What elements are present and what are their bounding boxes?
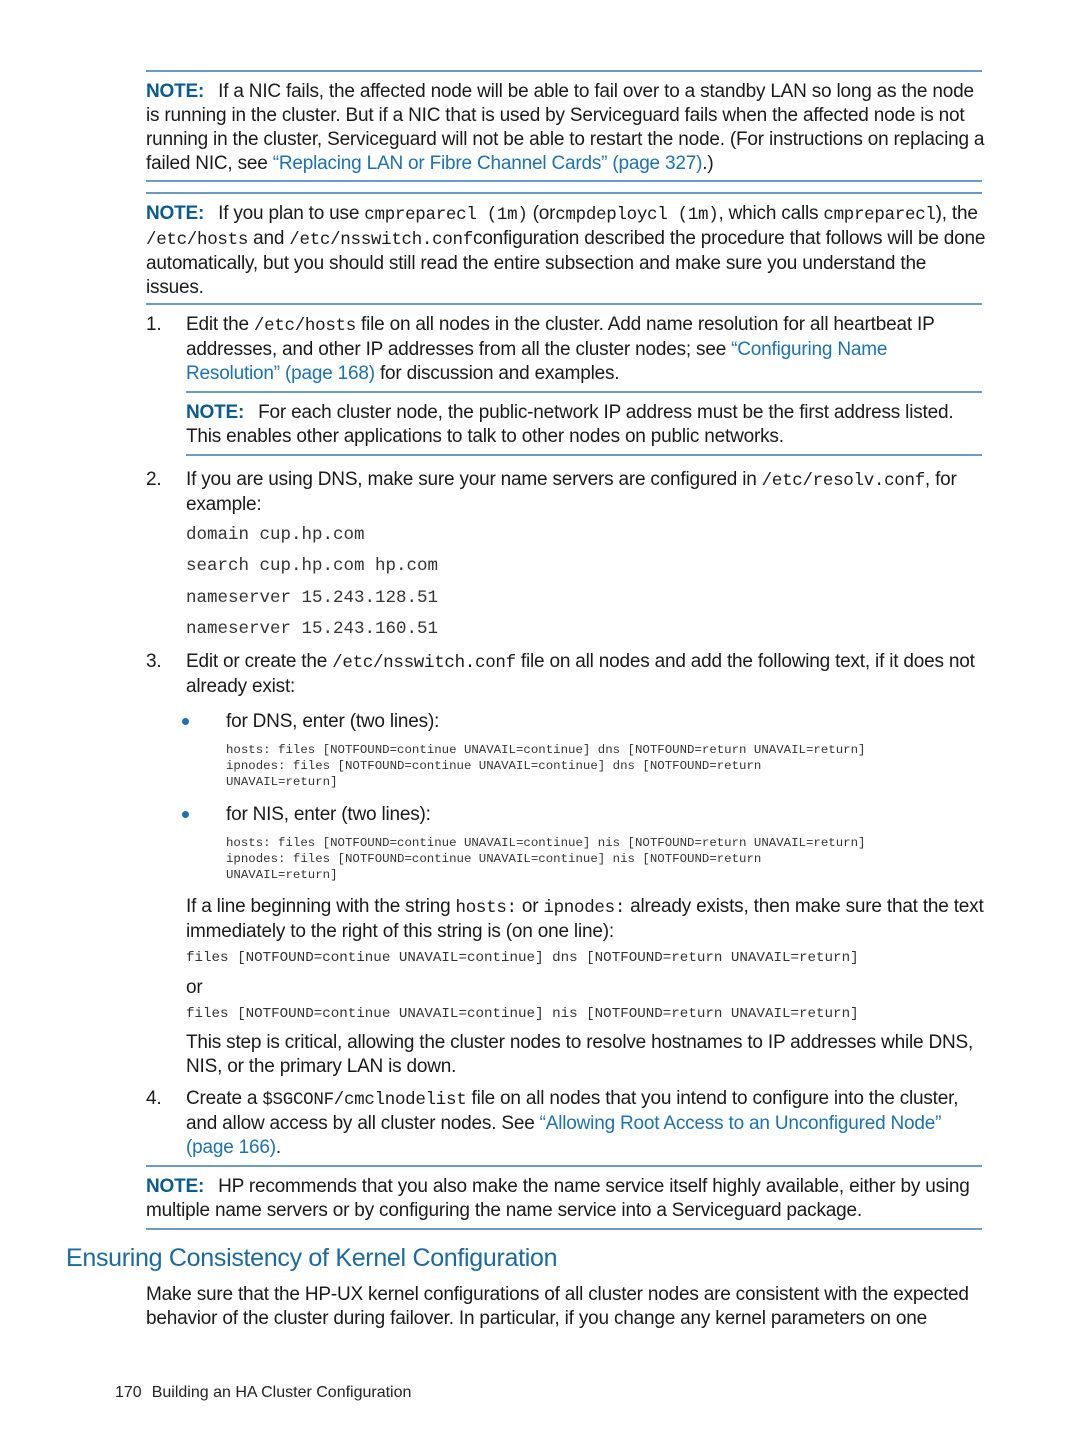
bullet-icon [182, 811, 189, 818]
step-number: 4. [146, 1088, 162, 1109]
note-label: NOTE: [146, 81, 205, 102]
note-rule-top [146, 192, 982, 194]
step-4-text: Create a $SGCONF/cmclnodelist file on al… [186, 1088, 959, 1158]
code-line: domain cup.hp.com [186, 525, 365, 545]
step-3-paragraph: If a line beginning with the string host… [186, 896, 984, 942]
bullet-nis-label: for NIS, enter (two lines): [226, 804, 431, 825]
bullet-dns-label: for DNS, enter (two lines): [226, 711, 440, 732]
code-line-dns: files [NOTFOUND=continue UNAVAIL=continu… [186, 950, 859, 966]
note-label: NOTE: [186, 402, 245, 423]
command-cmpdeploycl: cmpdeploycl (1m) [555, 205, 719, 225]
or-text: or [186, 977, 203, 998]
note-rule-bottom [186, 454, 982, 456]
section-heading: Ensuring Consistency of Kernel Configura… [66, 1244, 558, 1272]
footer-title: Building an HA Cluster Configuration [151, 1384, 412, 1401]
note-public-network-ip: NOTE: For each cluster node, the public-n… [186, 402, 954, 447]
step-3-text: Edit or create the /etc/nsswitch.conf fi… [186, 651, 975, 697]
code-line-nis: files [NOTFOUND=continue UNAVAIL=continu… [186, 1006, 859, 1022]
note-cmpreparecl: NOTE: If you plan to use cmpreparecl (1m)… [146, 203, 986, 298]
step-number: 3. [146, 651, 162, 672]
page-number: 170 [115, 1384, 142, 1401]
step-2-text: If you are using DNS, make sure your nam… [186, 469, 957, 515]
link-replacing-lan-cards[interactable]: “Replacing LAN or Fibre Channel Cards” (… [273, 153, 703, 174]
code-line: nameserver 15.243.128.51 [186, 588, 439, 608]
note-rule-top [186, 391, 982, 393]
note-label: NOTE: [146, 203, 205, 224]
note-rule-bottom [146, 303, 982, 305]
note-label: NOTE: [146, 1176, 205, 1197]
note-rule-bottom [146, 180, 982, 182]
command-cmpreparecl: cmpreparecl (1m) [364, 205, 528, 225]
note-rule-top [146, 1165, 982, 1167]
code-block-dns: hosts: files [NOTFOUND=continue UNAVAIL=… [226, 743, 866, 789]
step-1-text: Edit the /etc/hosts file on all nodes in… [186, 314, 935, 384]
code-line: search cup.hp.com hp.com [186, 556, 439, 576]
code-block-nis: hosts: files [NOTFOUND=continue UNAVAIL=… [226, 836, 866, 882]
code-line: nameserver 15.243.160.51 [186, 619, 439, 639]
note-nic-failure: NOTE: If a NIC fails, the affected node w… [146, 81, 985, 174]
section-body: Make sure that the HP-UX kernel configur… [146, 1284, 969, 1329]
step-number: 1. [146, 314, 162, 335]
note-name-service-ha: NOTE: HP recommends that you also make th… [146, 1176, 970, 1221]
note-rule-top [146, 70, 982, 72]
step-number: 2. [146, 469, 162, 490]
step-3-critical: This step is critical, allowing the clus… [186, 1032, 974, 1077]
page-footer: 170 Building an HA Cluster Configuration [115, 1384, 411, 1402]
note-rule-bottom [146, 1228, 982, 1230]
bullet-icon [182, 718, 189, 725]
